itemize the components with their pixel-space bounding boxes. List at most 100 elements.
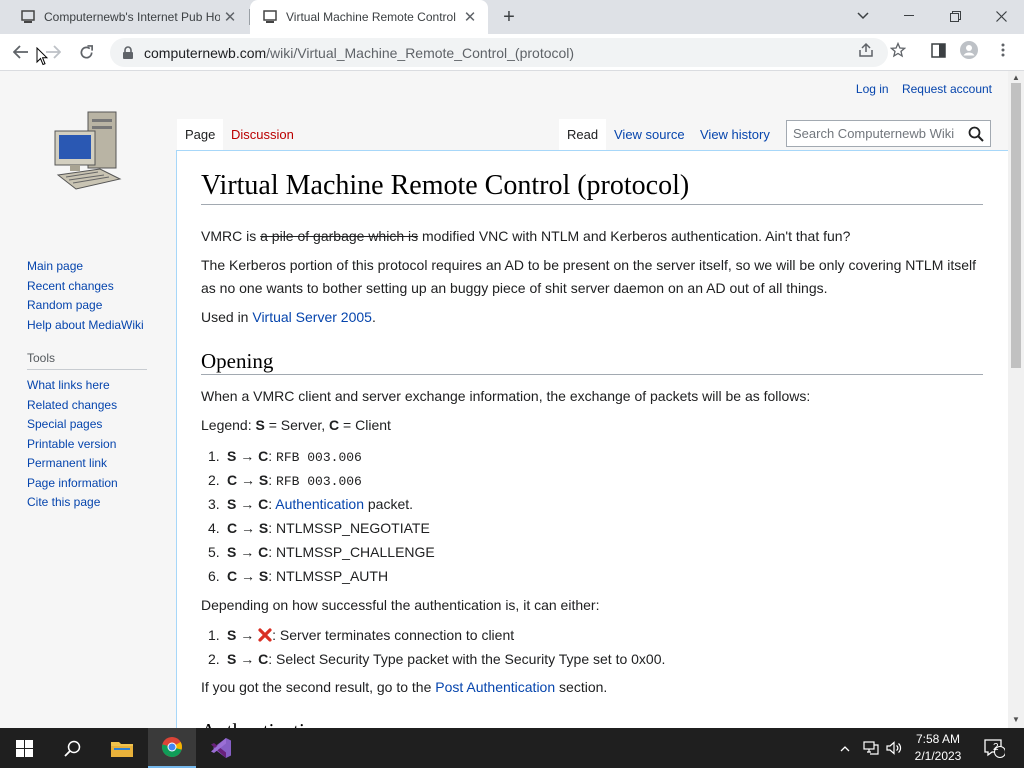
tab-view-history[interactable]: View history (692, 119, 778, 150)
scroll-up-arrow-icon[interactable]: ▲ (1012, 74, 1020, 82)
list-item: 6. C → S: NTLMSSP_AUTH (208, 564, 927, 588)
chrome-icon (161, 737, 183, 758)
scrollbar-thumb[interactable] (1011, 83, 1021, 368)
sidebar-item-recent-changes[interactable]: Recent changes (27, 277, 177, 297)
sidebar-item-page-information[interactable]: Page information (27, 474, 177, 494)
step-text: RFB 003.006 (276, 474, 362, 489)
tray-overflow-chevron-icon[interactable] (836, 728, 854, 768)
tab-page[interactable]: Page (177, 119, 224, 150)
from: S (227, 496, 237, 512)
search-icon (63, 740, 80, 757)
search-input[interactable] (793, 126, 961, 141)
search-box[interactable] (786, 120, 991, 147)
chrome-taskbar-button[interactable] (148, 728, 196, 768)
sidebar-item-printable-version[interactable]: Printable version (27, 435, 177, 455)
sidebar-item-cite-this-page[interactable]: Cite this page (27, 493, 177, 513)
restore-button[interactable] (941, 4, 969, 28)
sidebar-item-permanent-link[interactable]: Permanent link (27, 454, 177, 474)
file-explorer-taskbar-button[interactable] (98, 728, 146, 768)
lock-icon[interactable] (122, 45, 134, 60)
bookmark-star-icon[interactable] (889, 41, 907, 59)
sidebar-item-help[interactable]: Help about MediaWiki (27, 316, 177, 336)
from: C (227, 520, 238, 536)
from: S (227, 448, 237, 464)
windows-logo-icon (15, 739, 33, 757)
sidebar-item-what-links-here[interactable]: What links here (27, 376, 177, 396)
intro-paragraph-3: Used in Virtual Server 2005. (201, 306, 983, 329)
tab-read[interactable]: Read (559, 119, 607, 150)
clock-time: 7:58 AM (915, 732, 961, 746)
close-tab-icon[interactable]: ✕ (220, 7, 240, 27)
windows-taskbar: 7:58 AM 2/1/2023 2 (0, 728, 1024, 768)
to: C (258, 544, 269, 560)
wiki-page: Log in Request account Main page Recent … (0, 71, 1008, 728)
reload-button[interactable] (74, 40, 98, 64)
url-text: computernewb.com/wiki/Virtual_Machine_Re… (144, 45, 574, 61)
notification-count-badge: 2 (993, 742, 999, 753)
network-icon[interactable] (860, 728, 882, 768)
text: If you got the second result, go to the (201, 679, 436, 695)
sidebar-item-related-changes[interactable]: Related changes (27, 396, 177, 416)
depending-paragraph: Depending on how successful the authenti… (201, 597, 600, 613)
bold-c: C (329, 417, 340, 433)
search-taskbar-button[interactable] (48, 728, 96, 768)
struck-text: a pile of garbage which is (260, 228, 419, 244)
list-item: 1. S → : Server terminates connection to … (208, 623, 927, 647)
share-icon[interactable] (857, 41, 875, 59)
to: C (258, 448, 269, 464)
minimize-button[interactable] (895, 4, 923, 28)
step-text: NTLMSSP_AUTH (276, 568, 389, 584)
text: Used in (201, 309, 253, 325)
system-clock[interactable]: 7:58 AM 2/1/2023 (906, 731, 970, 765)
text: VMRC is (201, 228, 261, 244)
side-panel-icon[interactable] (929, 41, 947, 59)
scroll-down-arrow-icon[interactable]: ▼ (1012, 716, 1020, 724)
item-number: 2. (208, 651, 220, 667)
back-button[interactable] (9, 40, 33, 64)
opening-paragraph: When a VMRC client and server exchange i… (201, 388, 811, 404)
new-tab-button[interactable]: + (498, 6, 520, 28)
action-center-button[interactable]: 2 (979, 728, 1009, 768)
login-link[interactable]: Log in (856, 82, 889, 96)
sidebar-item-special-pages[interactable]: Special pages (27, 415, 177, 435)
tab-view-source[interactable]: View source (606, 119, 693, 150)
tab-discussion[interactable]: Discussion (223, 119, 302, 150)
section-heading-authentication: Authentication (201, 719, 983, 728)
to: S (258, 472, 269, 488)
url-host: computernewb.com (144, 44, 267, 61)
search-icon[interactable] (968, 126, 984, 142)
profile-avatar-icon[interactable] (960, 41, 978, 59)
to: C (258, 496, 269, 512)
request-account-link[interactable]: Request account (902, 82, 992, 96)
browser-tab-pub[interactable]: Computernewb's Internet Pub Ho ✕ (8, 0, 248, 34)
sidebar-item-random-page[interactable]: Random page (27, 296, 177, 316)
virtual-server-2005-link[interactable]: Virtual Server 2005 (252, 309, 372, 325)
tab-search-chevron-icon[interactable] (849, 4, 877, 28)
item-number: 5. (208, 544, 220, 560)
post-authentication-link[interactable]: Post Authentication (435, 679, 555, 695)
start-button[interactable] (0, 728, 48, 768)
step-text: RFB 003.006 (276, 450, 362, 465)
tab-title: Virtual Machine Remote Control (286, 10, 456, 24)
text: . (371, 309, 376, 325)
step-text: NTLMSSP_CHALLENGE (276, 544, 435, 560)
personal-tools: Log in Request account (846, 82, 992, 96)
volume-icon[interactable] (884, 728, 904, 768)
text: Legend: (201, 417, 256, 433)
menu-kebab-icon[interactable] (994, 41, 1012, 59)
from: S (227, 651, 237, 667)
step-text: packet. (364, 496, 414, 512)
site-logo[interactable] (52, 109, 124, 193)
close-tab-icon[interactable]: ✕ (460, 7, 480, 27)
item-number: 1. (208, 627, 220, 643)
page-scrollbar[interactable]: ▲ ▼ (1008, 71, 1024, 728)
browser-tab-vmrc[interactable]: Virtual Machine Remote Control ✕ (250, 0, 488, 34)
address-bar[interactable]: computernewb.com/wiki/Virtual_Machine_Re… (110, 38, 888, 67)
red-x-icon (258, 628, 272, 642)
close-window-button[interactable] (987, 4, 1015, 28)
item-number: 4. (208, 520, 220, 536)
visual-studio-taskbar-button[interactable] (197, 728, 245, 768)
computernewb-favicon-icon (262, 9, 278, 25)
sidebar-item-main-page[interactable]: Main page (27, 257, 177, 277)
authentication-link[interactable]: Authentication (275, 496, 364, 512)
